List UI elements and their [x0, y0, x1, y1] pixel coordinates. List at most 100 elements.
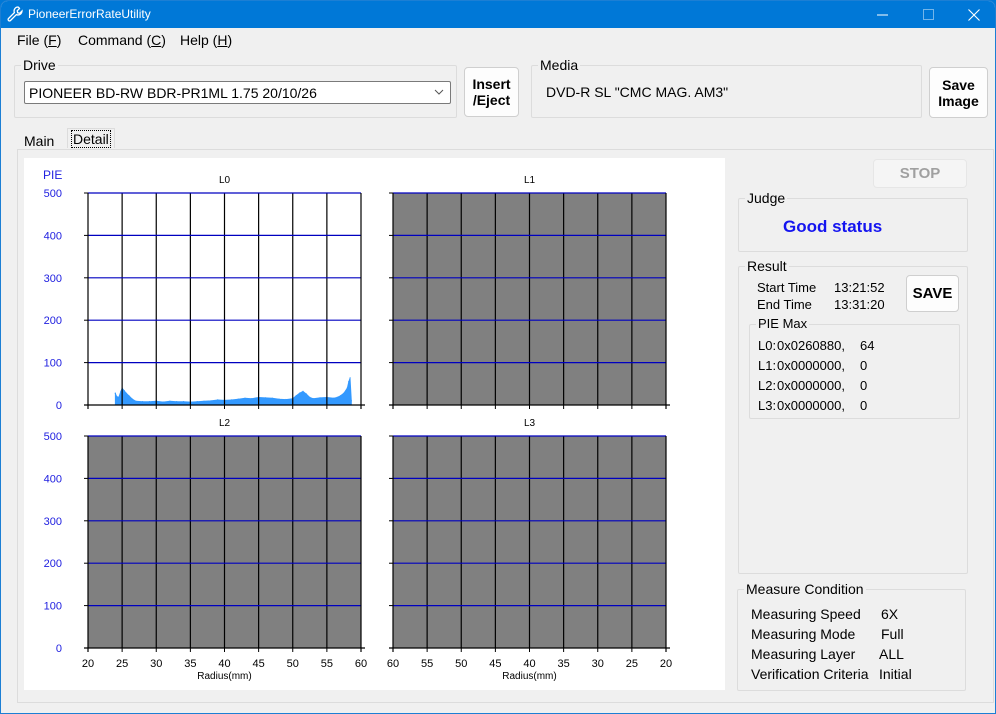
- pie-data-point: [264, 397, 267, 399]
- pie-data-point: [148, 401, 150, 403]
- measure-label: Measuring Mode: [751, 626, 856, 642]
- pie-data-point: [251, 398, 253, 400]
- end-time-value: 13:31:20: [834, 297, 885, 312]
- pie-data-point: [302, 390, 304, 392]
- window-title: PioneerErrorRateUtility: [28, 7, 151, 21]
- y-tick-label: 400: [44, 230, 62, 242]
- pie-data-point: [348, 381, 350, 383]
- close-button[interactable]: [951, 1, 995, 28]
- save-result-label: SAVE: [912, 284, 953, 302]
- media-group: Media DVD-R SL "CMC MAG. AM3": [531, 57, 922, 118]
- stop-label: STOP: [899, 164, 941, 182]
- x-tick-label: 35: [558, 658, 570, 670]
- measure-condition-group: Measure Condition Measuring Speed 6X Mea…: [737, 581, 966, 691]
- pie-max-layer: L1:: [758, 358, 777, 373]
- pie-max-address: 0x0260880,: [777, 338, 845, 353]
- y-tick-label: 400: [44, 473, 62, 485]
- pie-data-point: [176, 401, 178, 403]
- measure-label: Measuring Layer: [751, 646, 856, 662]
- x-tick-label: 30: [592, 658, 604, 670]
- pie-data-point: [123, 390, 125, 392]
- tab-main[interactable]: Main: [20, 131, 58, 151]
- pie-max-layer: L2:: [758, 378, 777, 393]
- pie-max-layer: L0:: [758, 338, 777, 353]
- insert-eject-button[interactable]: Insert /Eject: [464, 67, 519, 117]
- pie-charts: L0 0 100 200 300 400 500 PIE L1 L2 0 100 200 300 400 50…: [43, 168, 672, 682]
- pie-data-point: [196, 401, 198, 403]
- x-axis-label: Radius(mm): [197, 671, 251, 682]
- x-tick-label: 60: [387, 658, 399, 670]
- judge-status: Good status: [783, 217, 883, 236]
- pie-max-label: PIE Max: [756, 316, 810, 332]
- pie-data-point: [333, 397, 335, 399]
- tab-detail-label: Detail: [71, 130, 111, 148]
- y-tick-label: 200: [44, 315, 62, 327]
- pie-data-point: [350, 400, 352, 402]
- save-result-button[interactable]: SAVE: [906, 275, 959, 312]
- drive-select-value: PIONEER BD-RW BDR-PR1ML 1.75 20/10/26: [29, 85, 317, 101]
- x-tick-label: 20: [82, 658, 94, 670]
- insert-eject-label-2: /Eject: [472, 92, 511, 108]
- maximize-button[interactable]: [905, 1, 951, 28]
- menu-file-label: File (: [17, 32, 49, 48]
- x-tick-label: 55: [321, 658, 333, 670]
- pie-data-point: [339, 395, 342, 397]
- menu-command[interactable]: Command (C): [78, 32, 166, 48]
- pie-max-address: 0x0000000,: [777, 398, 845, 413]
- pie-data-point: [120, 390, 122, 392]
- measure-condition-label: Measure Condition: [744, 581, 866, 597]
- pie-max-value: 64: [860, 338, 875, 353]
- pie-data-point: [116, 395, 118, 398]
- pie-data-point: [271, 397, 273, 399]
- minimize-button[interactable]: [859, 1, 905, 28]
- drive-group-label: Drive: [21, 57, 58, 73]
- judge-group-label: Judge: [745, 190, 788, 206]
- x-tick-label: 50: [455, 658, 467, 670]
- pie-data-point: [162, 401, 164, 403]
- pie-data-point: [285, 398, 287, 401]
- pie-data-point: [131, 398, 133, 400]
- media-group-label: Media: [538, 57, 581, 73]
- y-tick-label: 300: [44, 516, 62, 528]
- pie-max-address: 0x0000000,: [777, 378, 845, 393]
- menu-command-accel: C: [151, 32, 162, 48]
- save-image-button[interactable]: Save Image: [929, 67, 988, 118]
- pie-data-point: [135, 400, 137, 402]
- pie-data-point: [309, 396, 311, 398]
- pie-data-point: [125, 392, 127, 394]
- measure-value: ALL: [879, 646, 904, 662]
- pie-data-point: [237, 398, 239, 400]
- start-time-label: Start Time: [757, 280, 817, 295]
- pie-data-point: [142, 401, 144, 403]
- chart-title: L3: [524, 418, 536, 429]
- pie-data-point: [343, 392, 345, 394]
- x-tick-label: 35: [184, 658, 196, 670]
- save-image-label-2: Image: [938, 92, 979, 109]
- tab-main-label: Main: [24, 133, 55, 149]
- pie-data-point: [319, 397, 321, 399]
- x-tick-label: 45: [489, 658, 501, 670]
- tab-detail[interactable]: Detail: [67, 128, 115, 148]
- menu-help[interactable]: Help (H): [180, 32, 232, 48]
- drive-select[interactable]: PIONEER BD-RW BDR-PR1ML 1.75 20/10/26: [24, 81, 451, 104]
- pie-data-point: [230, 399, 232, 401]
- media-value: DVD-R SL "CMC MAG. AM3": [546, 84, 729, 100]
- menu-help-accel: H: [217, 32, 228, 48]
- x-tick-label: 40: [218, 658, 230, 670]
- menu-file-suffix: ): [56, 32, 62, 48]
- measure-label: Verification Criteria: [751, 666, 869, 682]
- menu-file[interactable]: File (F): [17, 32, 61, 48]
- x-axis-label: Radius(mm): [502, 671, 556, 682]
- end-time-label: End Time: [757, 297, 812, 312]
- pie-data-point: [203, 400, 205, 402]
- measure-label: Measuring Speed: [751, 606, 861, 622]
- measure-value: 6X: [881, 606, 899, 622]
- stop-button[interactable]: STOP: [873, 159, 967, 188]
- pie-data-point: [295, 395, 297, 397]
- pie-data-point: [183, 401, 185, 403]
- menu-help-suffix: ): [227, 32, 233, 48]
- y-tick-label: 200: [44, 558, 62, 570]
- pie-data-point: [346, 387, 348, 389]
- pie-data-point: [128, 395, 130, 397]
- measure-value: Initial: [879, 666, 912, 682]
